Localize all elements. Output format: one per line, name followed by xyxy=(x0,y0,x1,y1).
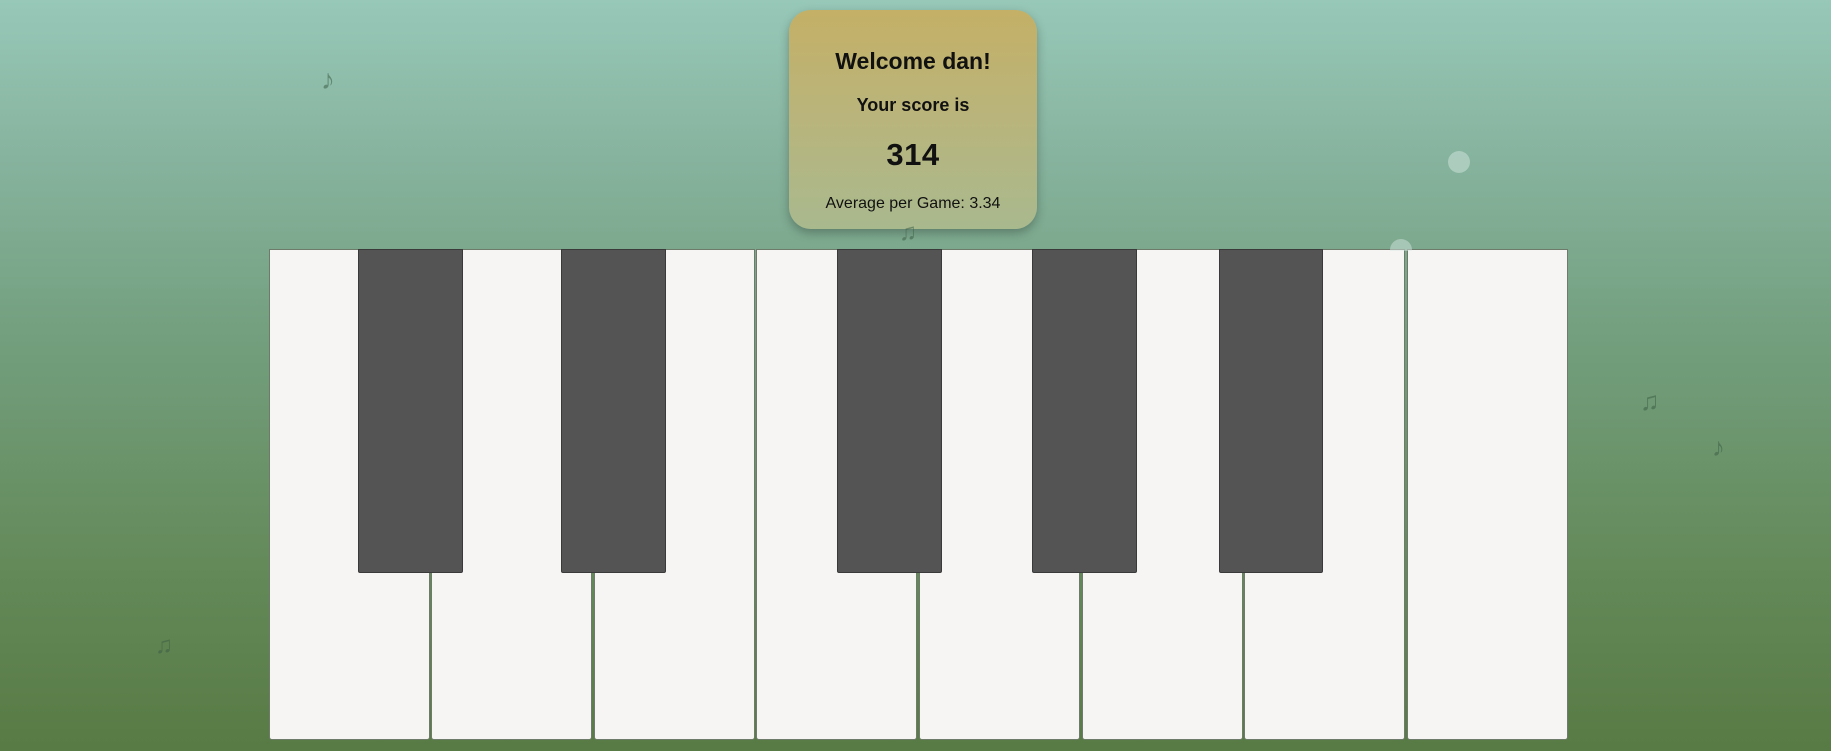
black-key[interactable] xyxy=(1032,249,1137,573)
piano-keyboard xyxy=(269,249,1568,742)
score-label: Your score is xyxy=(856,95,970,115)
average-per-game: Average per Game: 3.34 xyxy=(825,195,1001,212)
black-key[interactable] xyxy=(358,249,463,573)
welcome-heading: Welcome dan! xyxy=(835,48,991,74)
black-key[interactable] xyxy=(837,249,942,573)
black-key[interactable] xyxy=(1219,249,1323,573)
score-value: 314 xyxy=(886,137,940,172)
beamed-notes-icon: ♫ xyxy=(155,632,173,659)
bubble-decoration xyxy=(1390,239,1412,251)
eighth-note-icon: ♪ xyxy=(321,64,335,95)
white-key[interactable] xyxy=(1407,249,1568,740)
bubble-decoration xyxy=(1448,151,1470,173)
black-key[interactable] xyxy=(561,249,666,573)
beamed-notes-icon: ♫ xyxy=(899,219,917,246)
eighth-note-icon: ♪ xyxy=(1712,432,1725,462)
beamed-notes-icon: ♫ xyxy=(1640,386,1660,416)
score-card: Welcome dan! Your score is 314 Average p… xyxy=(789,10,1037,229)
